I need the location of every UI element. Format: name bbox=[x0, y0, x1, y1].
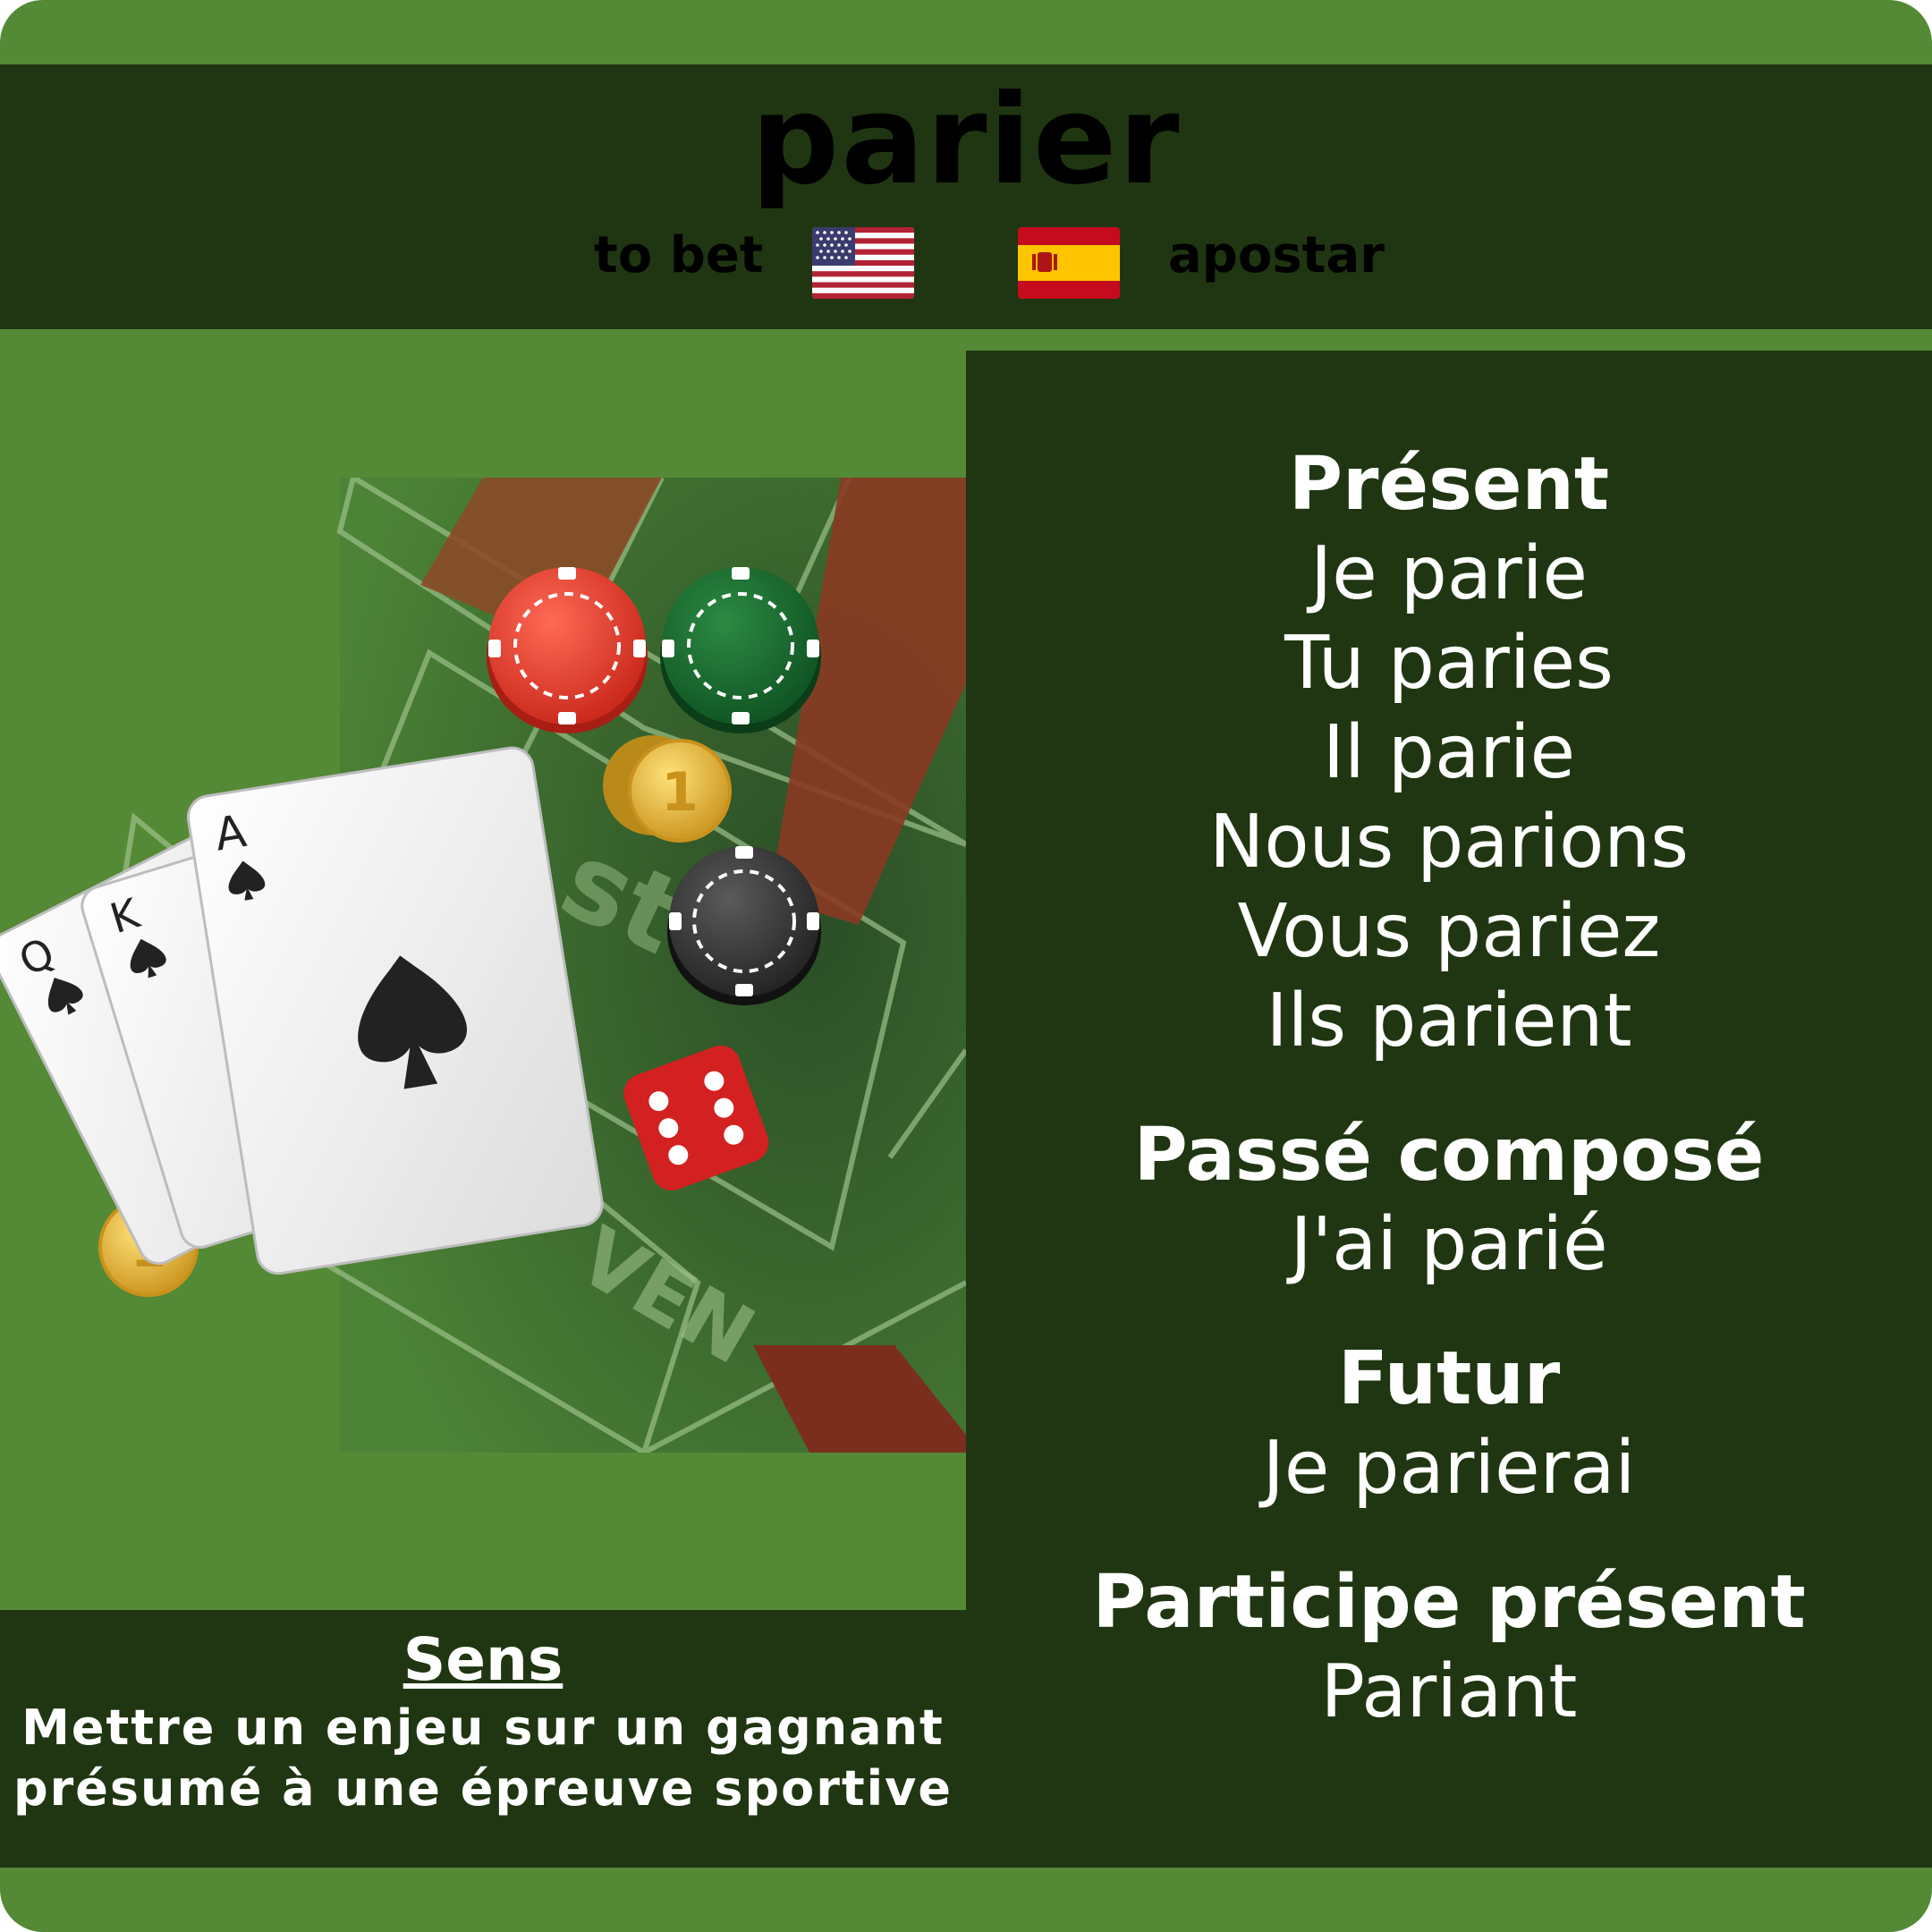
present-form-je: Je parie bbox=[1310, 531, 1588, 616]
participe-present-form: Pariant bbox=[1320, 1649, 1578, 1734]
sens-line-2: présumé à une épreuve sportive bbox=[13, 1760, 953, 1817]
present-form-nous: Nous parions bbox=[1209, 800, 1689, 885]
present-form-ils: Ils parient bbox=[1266, 979, 1632, 1063]
spanish-translation: apostar bbox=[1168, 226, 1385, 284]
sens-definition: Mettre un enjeu sur un gagnant présumé à… bbox=[0, 1698, 966, 1819]
passe-compose-form: J'ai parié bbox=[1290, 1202, 1608, 1287]
present-title: Présent bbox=[1288, 442, 1610, 527]
casino-illustration-icon: st VEN 1 Q K A bbox=[0, 473, 969, 1457]
flashcard: parier to bet apostar st VEN 1 Q K A Pré… bbox=[0, 0, 1932, 1932]
verb-title: parier bbox=[750, 68, 1182, 212]
futur-form: Je parierai bbox=[1262, 1426, 1636, 1511]
coin-label: 1 bbox=[661, 761, 699, 824]
futur-title: Futur bbox=[1337, 1336, 1561, 1421]
sens-title: Sens bbox=[402, 1625, 564, 1694]
spain-flag-icon bbox=[1018, 227, 1120, 299]
sens-line-1: Mettre un enjeu sur un gagnant bbox=[21, 1699, 945, 1756]
english-translation: to bet bbox=[594, 226, 764, 284]
participe-present-title: Participe présent bbox=[1092, 1560, 1806, 1645]
conjugation-panel: Présent Je parie Tu paries Il parie Nous… bbox=[966, 351, 1932, 1868]
futur-group: Futur Je parierai bbox=[966, 1335, 1932, 1513]
passe-compose-group: Passé composé J'ai parié bbox=[966, 1111, 1932, 1290]
us-flag-icon bbox=[812, 227, 914, 299]
participe-present-group: Participe présent Pariant bbox=[966, 1558, 1932, 1737]
sens-panel: Sens Mettre un enjeu sur un gagnant prés… bbox=[0, 1610, 966, 1868]
passe-compose-title: Passé composé bbox=[1133, 1113, 1765, 1198]
present-form-tu: Tu paries bbox=[1284, 621, 1614, 706]
present-form-vous: Vous pariez bbox=[1237, 889, 1661, 974]
present-form-il: Il parie bbox=[1322, 710, 1576, 795]
present-group: Présent Je parie Tu paries Il parie Nous… bbox=[966, 440, 1932, 1066]
